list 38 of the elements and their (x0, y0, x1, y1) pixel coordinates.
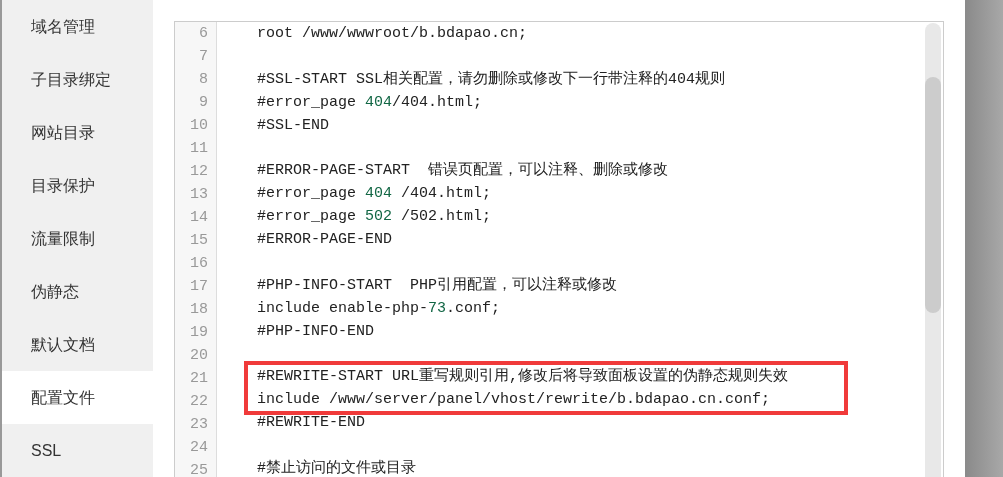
code-line: #error_page 502 /502.html; (257, 207, 492, 228)
code-line: #SSL-START SSL相关配置，请勿删除或修改下一行带注释的404规则 (257, 69, 726, 90)
line-number: 7 (198, 47, 209, 67)
line-number: 25 (189, 461, 209, 477)
code-editor[interactable] (174, 21, 944, 477)
line-number: 10 (189, 116, 209, 136)
line-number: 13 (189, 185, 209, 205)
code-line: root /www/wwwroot/b.bdapao.cn; (257, 24, 528, 44)
code-line: include /www/server/panel/vhost/rewrite/b.bdapao.cn.conf; (257, 390, 771, 411)
code-line: #PHP-INFO-END (257, 321, 375, 342)
line-number: 8 (198, 70, 209, 90)
code-line: #REWRITE-START URL重写规则引用,修改后将导致面板设置的伪静态规则失效 (257, 366, 789, 388)
code-line: #error_page 404/404.html; (257, 92, 483, 113)
code-line: #ERROR-PAGE-END (257, 230, 393, 251)
line-number: 6 (198, 24, 209, 44)
code-line: include enable-php-73.conf; (257, 298, 501, 319)
line-number: 11 (189, 139, 209, 159)
line-number: 12 (189, 162, 209, 182)
code-line: #REWRITE-END (257, 413, 366, 434)
line-number: 14 (189, 208, 209, 228)
line-number: 21 (189, 369, 209, 389)
code-line: #error_page 404 /404.html; (257, 184, 492, 205)
line-number: 19 (189, 323, 209, 343)
line-number: 15 (189, 231, 209, 251)
line-number: 24 (189, 438, 209, 458)
line-number: 18 (189, 300, 209, 320)
line-number: 17 (189, 277, 209, 297)
line-number: 16 (189, 254, 209, 274)
line-number: 22 (189, 392, 209, 412)
code-line: #SSL-END (257, 115, 329, 136)
sidebar-item[interactable]: 配置文件 (2, 371, 153, 425)
line-number: 20 (189, 346, 209, 366)
code-line: #ERROR-PAGE-START 错误页配置，可以注释、删除或修改 (257, 160, 669, 182)
line-number: 9 (198, 93, 209, 113)
code-line: #禁止访问的文件或目录 (257, 458, 416, 477)
scrollbar-thumb[interactable] (925, 77, 941, 313)
code-line: #PHP-INFO-START PHP引用配置，可以注释或修改 (257, 275, 618, 296)
line-number: 23 (189, 415, 209, 435)
